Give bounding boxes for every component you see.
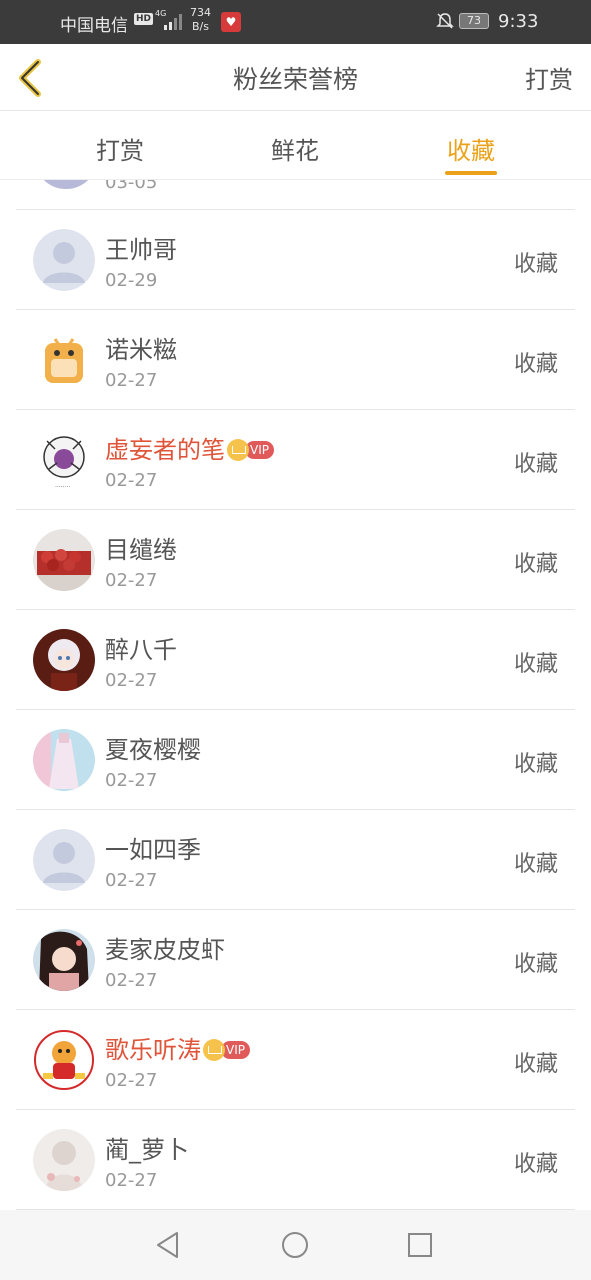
- tab-favorites[interactable]: 收藏: [416, 131, 526, 166]
- mute-bell-icon: [436, 13, 454, 29]
- favorite-label: 收藏: [513, 1152, 558, 1177]
- item-date: 02-29: [105, 270, 158, 291]
- favorite-label: 收藏: [513, 852, 558, 877]
- active-tab-indicator: [445, 171, 497, 175]
- favorite-label: 收藏: [513, 452, 558, 477]
- cartoon-tiger-avatar: [33, 1029, 95, 1091]
- user-name: 诺米糍: [105, 336, 177, 364]
- list-item[interactable]: 诺米糍 02-27 收藏: [16, 310, 575, 410]
- user-name: 虚妄者的笔 VIP: [105, 430, 274, 465]
- vip-label: VIP: [221, 1041, 250, 1059]
- sketch-character-avatar: ........: [33, 429, 95, 491]
- favorite-label: 收藏: [513, 652, 558, 677]
- favorite-label: 收藏: [513, 252, 558, 277]
- tab-bar: 打赏 鲜花 收藏: [0, 111, 591, 180]
- user-name: 歌乐听涛 VIP: [105, 1030, 250, 1065]
- list-item[interactable]: 蔺_萝卜 02-27 收藏: [16, 1110, 575, 1210]
- user-name: 目缱绻: [105, 536, 177, 564]
- user-name: 麦家皮皮虾: [105, 936, 225, 964]
- header: 粉丝荣誉榜 打赏: [0, 44, 591, 111]
- list-item[interactable]: 目缱绻 02-27 收藏: [16, 510, 575, 610]
- list-item[interactable]: 一如四季 02-27 收藏: [16, 810, 575, 910]
- item-date: 02-27: [105, 570, 158, 591]
- item-date: 02-27: [105, 770, 158, 791]
- app-notification-icon: ♥: [221, 12, 241, 32]
- favorite-label: 收藏: [513, 552, 558, 577]
- nav-home-icon[interactable]: [280, 1230, 310, 1260]
- list-item[interactable]: 歌乐听涛 VIP 02-27 收藏: [16, 1010, 575, 1110]
- clock: 9:33: [498, 11, 539, 32]
- dress-photo-avatar: [33, 729, 95, 791]
- avatar: [34, 180, 98, 189]
- reward-button[interactable]: 打赏: [525, 60, 573, 95]
- status-bar: 中国电信 HD 4G 734 B/s ♥ 73 9:33: [0, 0, 591, 44]
- favorite-label: 收藏: [513, 1052, 558, 1077]
- speed-unit: B/s: [192, 20, 209, 33]
- signal-icon: [164, 14, 182, 30]
- item-date: 02-27: [105, 870, 158, 891]
- item-date: 02-27: [105, 1070, 158, 1091]
- list-item[interactable]: 王帅哥 02-29 收藏: [16, 210, 575, 310]
- anime-white-hair-avatar: [33, 629, 95, 691]
- default-avatar-icon: [33, 229, 95, 291]
- list-item[interactable]: ........ 虚妄者的笔 VIP 02-27 收藏: [16, 410, 575, 510]
- nav-back-icon[interactable]: [153, 1230, 183, 1260]
- system-nav-bar: [0, 1210, 591, 1280]
- battery-icon: 73: [459, 13, 489, 29]
- item-date: 03-05: [105, 180, 158, 193]
- list-item[interactable]: 醉八千 02-27 收藏: [16, 610, 575, 710]
- item-date: 02-27: [105, 1170, 158, 1191]
- fruit-photo-avatar: [33, 529, 95, 591]
- crown-icon: [203, 1039, 225, 1061]
- user-name: 王帅哥: [105, 236, 177, 264]
- anime-girl-avatar: [33, 929, 95, 991]
- list-item[interactable]: 麦家皮皮虾 02-27 收藏: [16, 910, 575, 1010]
- user-name: 醉八千: [105, 636, 177, 664]
- user-name: 一如四季: [105, 836, 201, 864]
- svg-text:........: ........: [55, 482, 70, 489]
- fan-list[interactable]: 03-05 王帅哥 02-29 收藏 诺米糍 02-27 收藏 ........…: [0, 180, 591, 1210]
- default-avatar-icon: [33, 829, 95, 891]
- nav-recents-icon[interactable]: [405, 1230, 435, 1260]
- speed-value: 734: [190, 6, 211, 19]
- tab-flowers[interactable]: 鲜花: [240, 131, 350, 166]
- favorite-label: 收藏: [513, 952, 558, 977]
- favorite-label: 收藏: [513, 752, 558, 777]
- pale-illustration-avatar: [33, 1129, 95, 1191]
- item-date: 02-27: [105, 670, 158, 691]
- list-item[interactable]: 03-05: [16, 180, 575, 210]
- item-date: 02-27: [105, 470, 158, 491]
- vip-badge: VIP: [203, 1035, 250, 1063]
- cartoon-backpack-avatar: [33, 329, 95, 391]
- user-name: 蔺_萝卜: [105, 1136, 189, 1164]
- carrier-label: 中国电信: [60, 16, 128, 36]
- user-name-text: 歌乐听涛: [105, 1036, 201, 1064]
- item-date: 02-27: [105, 970, 158, 991]
- item-date: 02-27: [105, 370, 158, 391]
- hd-icon: HD: [134, 13, 154, 25]
- user-name: 夏夜樱樱: [105, 736, 201, 764]
- list-item[interactable]: 夏夜樱樱 02-27 收藏: [16, 710, 575, 810]
- network-speed: 734 B/s: [190, 6, 211, 34]
- vip-label: VIP: [245, 441, 274, 459]
- page-title: 粉丝荣誉榜: [232, 65, 358, 94]
- favorite-label: 收藏: [513, 352, 558, 377]
- crown-icon: [227, 439, 249, 461]
- tab-reward[interactable]: 打赏: [65, 131, 175, 166]
- user-name-text: 虚妄者的笔: [105, 436, 225, 464]
- vip-badge: VIP: [227, 435, 274, 463]
